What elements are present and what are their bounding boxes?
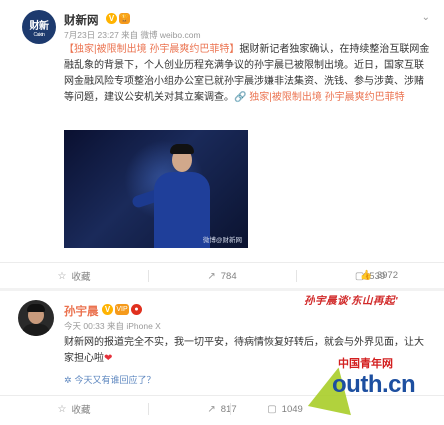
watermark-line1: 中国青年网 — [338, 358, 393, 370]
avatar-logo-text: 财新 — [29, 20, 50, 32]
favorite-button[interactable]: ☆ 收藏 — [0, 396, 148, 422]
comment-meta: 今天 00:33 来自 iPhone X — [64, 321, 161, 331]
photo-figure-hair — [170, 144, 194, 154]
follow-up-link[interactable]: ✲ 今天又有谁回应了？ — [64, 373, 156, 386]
favorite-button[interactable]: ☆ 收藏 — [0, 263, 148, 289]
repost-icon: ↗ — [207, 403, 216, 415]
verified-icon: V — [106, 13, 117, 24]
post-author-name[interactable]: 财新网 — [64, 12, 99, 28]
star-icon: ☆ — [57, 270, 67, 282]
post-text: 【独家|被限制出境 孙宇晨爽约巴菲特】据财新记者独家确认，在持续整治互联网金融乱… — [64, 42, 430, 106]
repost-icon: ↗ — [207, 270, 216, 282]
like-count: 3972 — [376, 269, 398, 281]
sun-yuchen-avatar[interactable] — [18, 300, 54, 336]
sparkle-icon: ✲ — [64, 375, 72, 385]
member-icon: ● — [131, 304, 142, 315]
vip-icon: VIP — [115, 304, 129, 315]
photo-watermark: 微博@财新网 — [202, 237, 242, 244]
photo-figure-body — [154, 172, 210, 248]
post-title-link[interactable]: 【独家|被限制出境 孙宇晨爽约巴菲特】 — [64, 44, 239, 55]
caixin-avatar[interactable]: 财新 Caixin — [22, 10, 56, 44]
repost-count: 784 — [220, 270, 237, 282]
repost-button[interactable]: ↗ 784 — [148, 263, 296, 289]
avatar-shirt — [22, 324, 50, 336]
favorite-label: 收藏 — [71, 405, 91, 416]
watermark-line2: outh.cn — [332, 371, 416, 398]
vip-icon: 🏆 — [119, 13, 130, 24]
avatar-logo-sub: Caixin — [33, 31, 45, 38]
comment-count: 1049 — [281, 403, 303, 415]
comment-icon: ▢ — [267, 403, 277, 415]
overlay-banner: 孙宇晨谈'东山再起' — [304, 295, 398, 307]
weibo-response-card: 孙宇晨谈'东山再起' 孙宇晨 V VIP ● 今天 00:33 来自 iPhon… — [0, 291, 444, 425]
heart-icon: ❤ — [104, 353, 113, 364]
article-link[interactable]: 🔗 独家|被限制出境 孙宇晨爽约巴菲特 — [234, 92, 405, 103]
verified-icon: V — [102, 304, 113, 315]
avatar-hair — [27, 304, 45, 312]
chevron-down-icon[interactable]: ⌄ — [422, 12, 430, 23]
like-button[interactable]: 👍 3972 — [360, 262, 398, 288]
comment-author-name[interactable]: 孙宇晨 — [64, 303, 99, 319]
thumbs-up-icon: 👍 — [360, 269, 372, 281]
post-meta: 7月23日 23:27 来自 微博 weibo.com — [64, 30, 201, 40]
favorite-label: 收藏 — [71, 272, 91, 283]
post-photo[interactable]: 微博@财新网 — [64, 130, 248, 248]
follow-up-label: 今天又有谁回应了？ — [74, 375, 156, 385]
weibo-post-card: 财新 Caixin 财新网 V 🏆 7月23日 23:27 来自 微博 weib… — [0, 0, 444, 288]
star-icon: ☆ — [57, 403, 67, 415]
youth-cn-watermark-logo: 中国青年网 outh.cn — [307, 353, 430, 417]
